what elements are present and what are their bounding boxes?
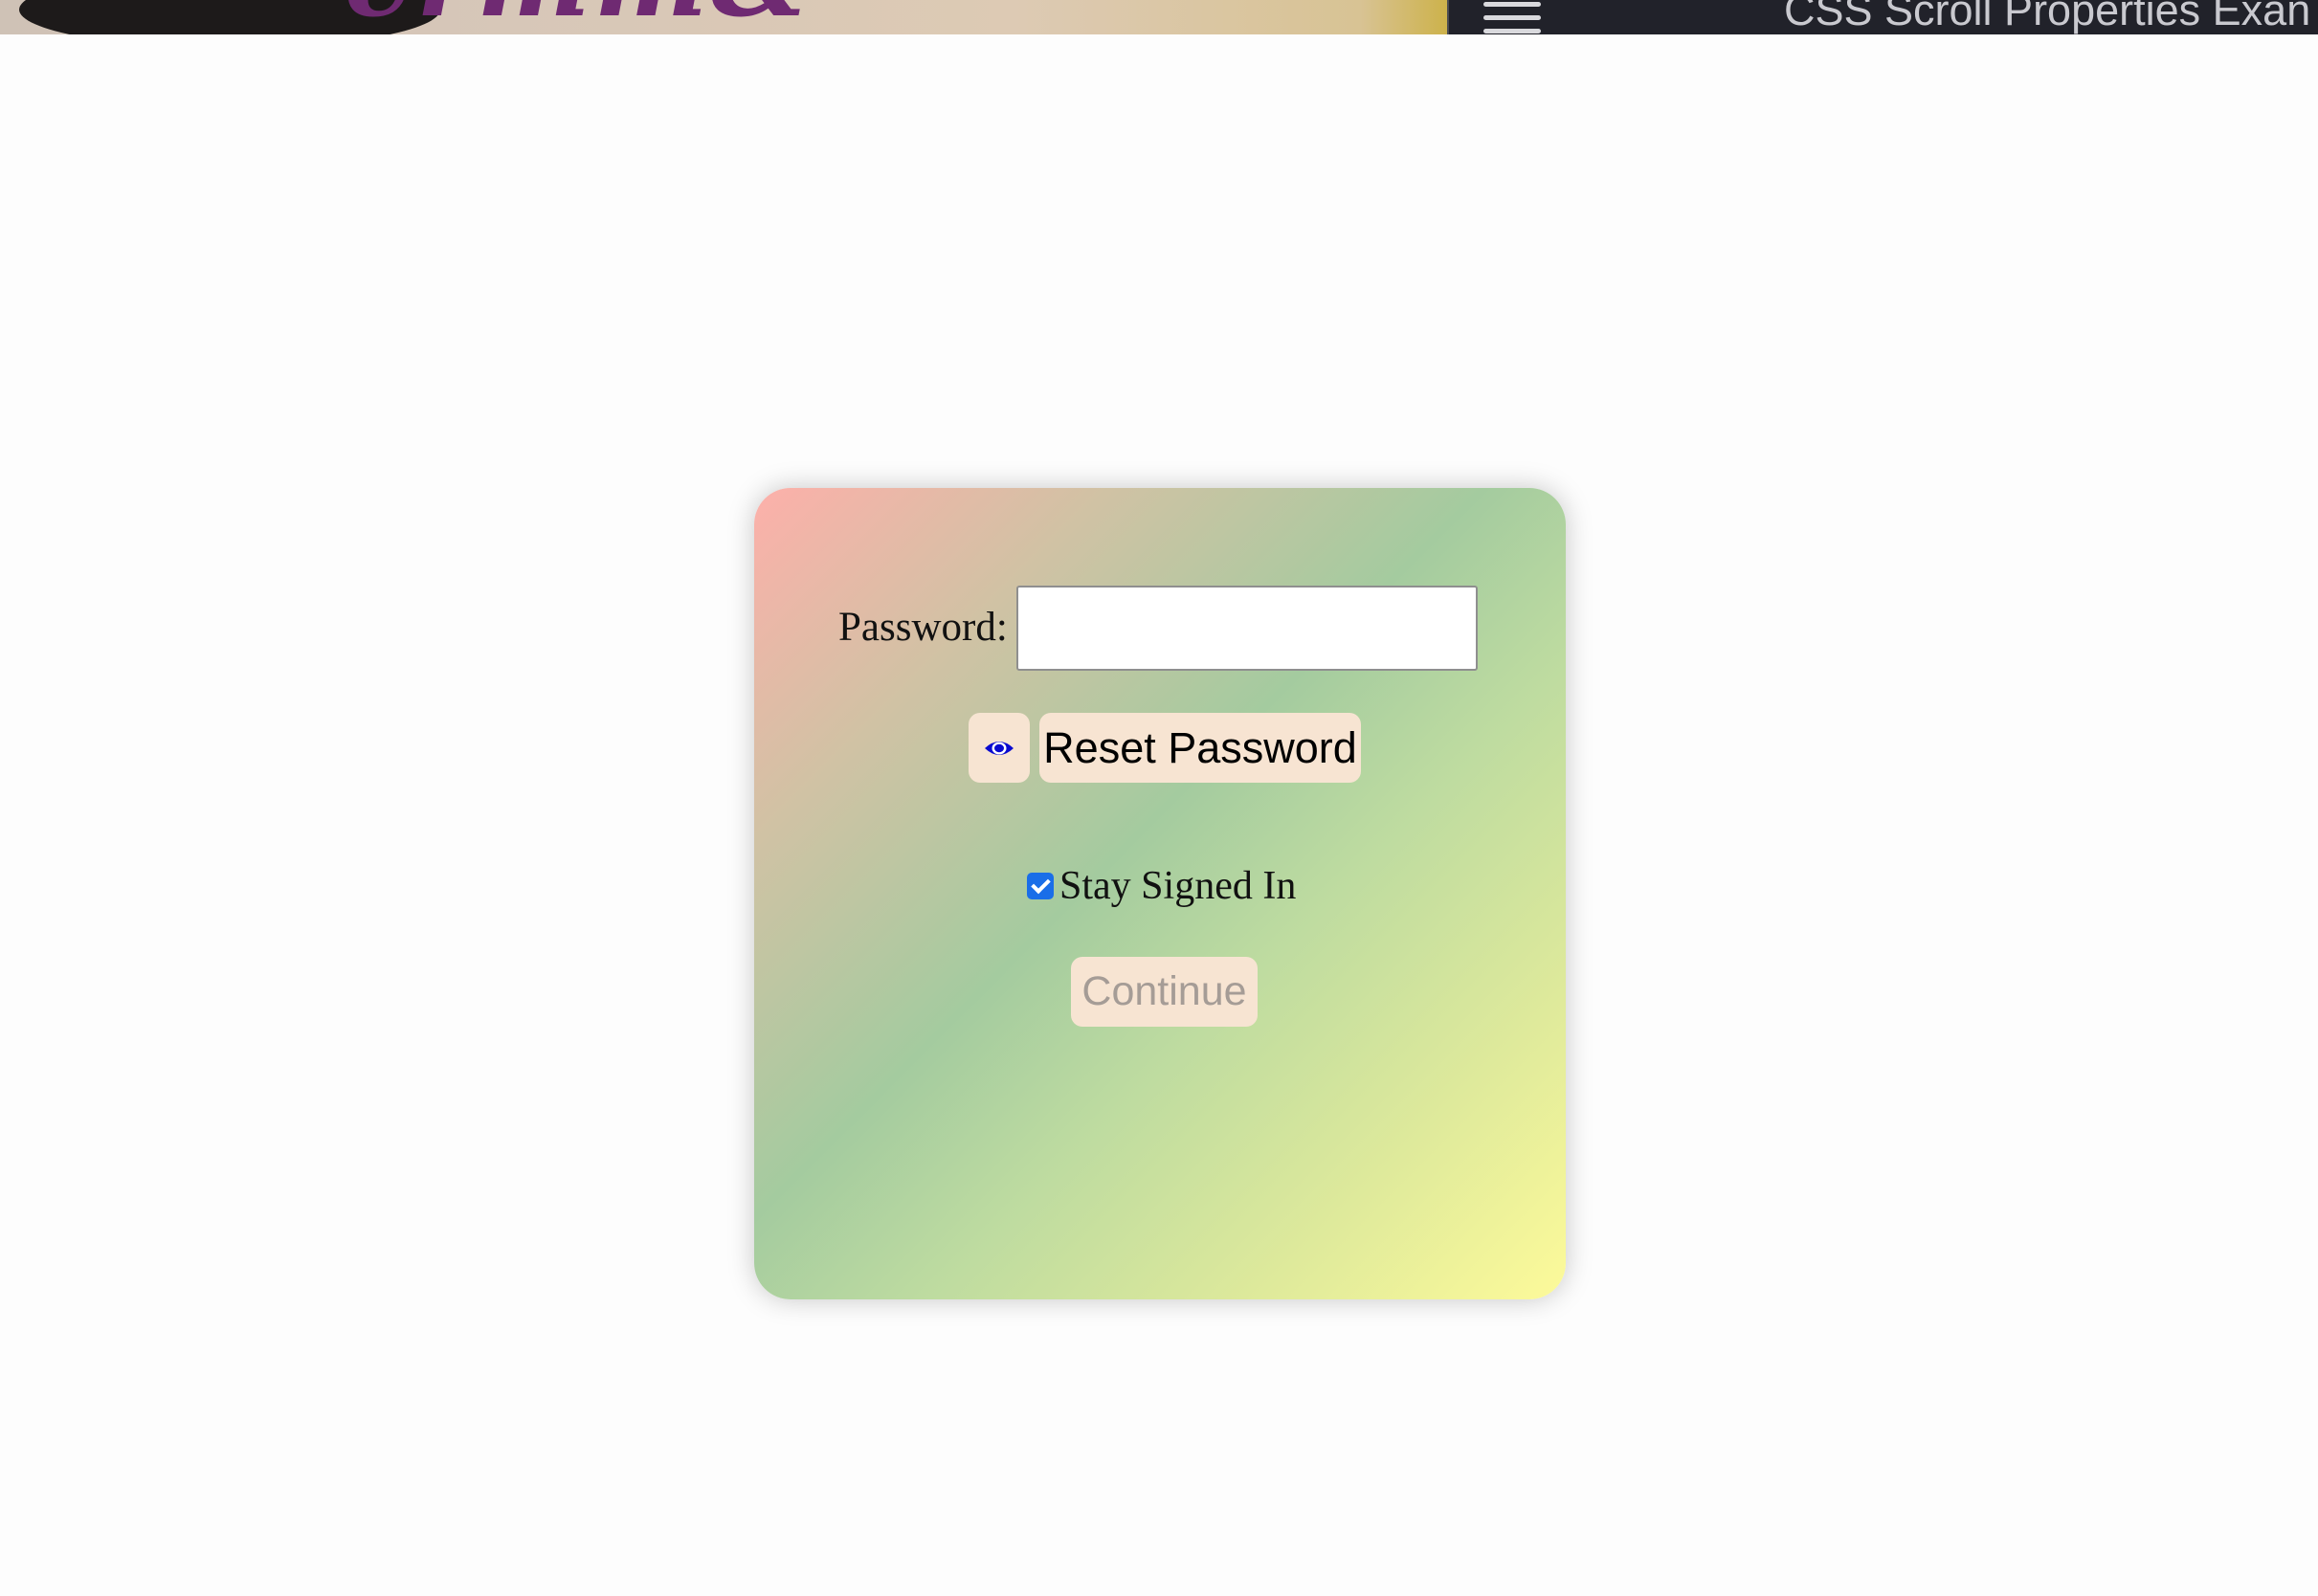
login-card: Password: Reset Password Stay Signed In … <box>754 488 1566 1299</box>
continue-button[interactable]: Continue <box>1071 957 1258 1027</box>
password-input[interactable] <box>1016 586 1478 671</box>
stay-signed-in-checkbox[interactable] <box>1027 873 1054 899</box>
hamburger-menu-icon[interactable] <box>1483 0 1541 33</box>
toggle-password-visibility-button[interactable] <box>969 713 1030 783</box>
stay-signed-in-label: Stay Signed In <box>1059 864 1297 908</box>
eye-icon <box>985 741 1014 755</box>
title-bar: CSS Scroll Properties Exan <box>1447 0 2318 34</box>
password-label: Password: <box>838 605 1008 650</box>
video-thumbnail: ermm& <box>0 0 1447 34</box>
top-strip: ermm& CSS Scroll Properties Exan <box>0 0 2318 34</box>
video-caption: ermm& <box>345 0 812 33</box>
reset-password-button[interactable]: Reset Password <box>1039 713 1361 783</box>
stay-signed-in-row: Stay Signed In <box>1027 863 1296 909</box>
page-title: CSS Scroll Properties Exan <box>1784 0 2311 34</box>
